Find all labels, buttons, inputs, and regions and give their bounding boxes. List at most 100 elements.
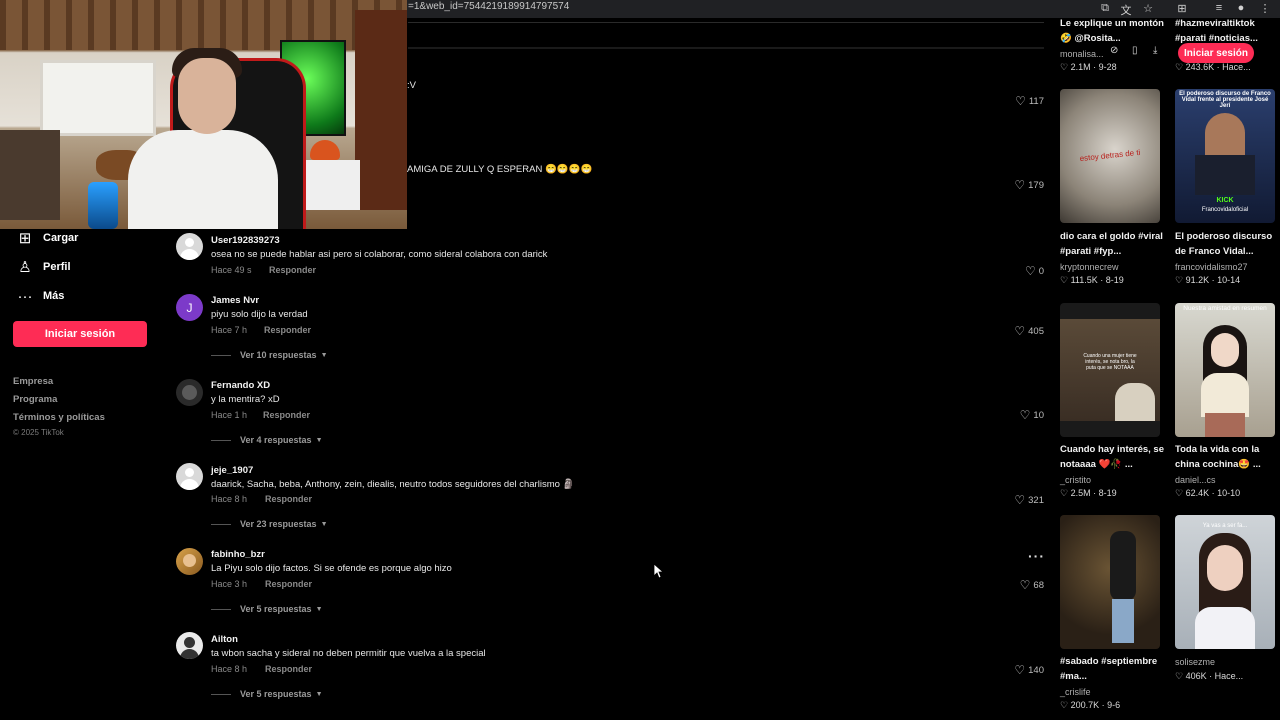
reply-button[interactable]: Responder bbox=[263, 410, 310, 420]
video-title[interactable]: Cuando hay interés, se notaaaa ❤️🥀 ... bbox=[1060, 442, 1164, 472]
comment-username[interactable]: jeje_1907 bbox=[211, 465, 253, 476]
video-author[interactable]: francovidalismo27 bbox=[1175, 262, 1248, 272]
like-button[interactable]: ♡ 68 bbox=[1020, 578, 1044, 592]
comment-text: AMIGA DE ZULLY Q ESPERAN 😁😁😁😁 bbox=[407, 164, 593, 175]
video-thumbnail[interactable]: Nuestra amistad en resumen bbox=[1175, 303, 1275, 437]
sidebar-item-label: Cargar bbox=[43, 232, 79, 244]
share-icon[interactable]: ⊘ bbox=[1110, 45, 1118, 56]
video-thumbnail[interactable]: Cuando una mujer tiene interés, se nota … bbox=[1060, 303, 1160, 437]
avatar[interactable] bbox=[176, 233, 203, 260]
like-button[interactable]: ♡ 117 bbox=[1015, 94, 1044, 108]
view-replies-button[interactable]: Ver 10 respuestas ▼ bbox=[211, 350, 328, 360]
view-replies-label: Ver 10 respuestas bbox=[240, 350, 317, 360]
avatar[interactable] bbox=[176, 463, 203, 490]
sidebar-item-label: Más bbox=[43, 290, 65, 302]
like-count: 140 bbox=[1028, 664, 1044, 676]
like-count: 179 bbox=[1028, 179, 1044, 191]
sidebar-item-upload[interactable]: ⊞ Cargar bbox=[14, 228, 79, 248]
heart-icon: ♡ bbox=[1014, 493, 1026, 507]
person-icon: ♙ bbox=[18, 259, 32, 276]
like-button[interactable]: ♡ 140 bbox=[1014, 663, 1044, 677]
video-thumbnail[interactable] bbox=[1060, 515, 1160, 649]
video-author[interactable]: _crislife bbox=[1060, 687, 1091, 697]
video-title[interactable]: #hazmeviraltiktok #parati #noticias... bbox=[1175, 16, 1279, 46]
mouse-cursor-icon bbox=[654, 564, 664, 578]
video-thumbnail[interactable]: Ya vas a ser fa... bbox=[1175, 515, 1275, 649]
comment-username[interactable]: James Nvr bbox=[211, 295, 259, 306]
reply-button[interactable]: Responder bbox=[265, 494, 312, 504]
extensions-icon[interactable]: ⊞ bbox=[1175, 2, 1189, 15]
comment-text: osea no se puede hablar asi pero si cola… bbox=[211, 249, 548, 260]
heart-icon: ♡ bbox=[1060, 700, 1071, 710]
install-app-icon[interactable]: ⧉ bbox=[1098, 2, 1112, 15]
footer-link-company[interactable]: Empresa bbox=[13, 376, 53, 387]
address-bar-url[interactable]: =1&web_id=7544219189914797574 bbox=[408, 1, 569, 12]
comment-username[interactable]: User192839273 bbox=[211, 235, 280, 246]
like-count: 405 bbox=[1028, 325, 1044, 337]
avatar[interactable] bbox=[176, 632, 203, 659]
video-stats: ♡ 2.5M · 8-19 bbox=[1060, 488, 1117, 499]
like-button[interactable]: ♡ 321 bbox=[1014, 493, 1044, 507]
comment-username[interactable]: Ailton bbox=[211, 634, 238, 645]
comment-username[interactable]: Fernando XD bbox=[211, 380, 270, 391]
comment-username[interactable]: fabinho_bzr bbox=[211, 549, 265, 560]
video-stats-text: 200.7K · 9-6 bbox=[1070, 700, 1121, 710]
video-thumbnail[interactable]: estoy detras de ti bbox=[1060, 89, 1160, 223]
view-replies-button[interactable]: Ver 5 respuestas ▼ bbox=[211, 604, 323, 614]
comment-text: piyu solo dijo la verdad bbox=[211, 309, 308, 320]
reply-button[interactable]: Responder bbox=[265, 664, 312, 674]
video-author[interactable]: _cristito bbox=[1060, 475, 1091, 485]
video-stats: ♡ 2.1M · 9-28 bbox=[1060, 62, 1117, 73]
login-button[interactable]: Iniciar sesión bbox=[13, 321, 147, 347]
media-controls-icon[interactable]: ≡ bbox=[1212, 2, 1226, 14]
like-button[interactable]: ♡ 0 bbox=[1025, 264, 1044, 278]
thumbnail-overlay-text: Francovidaloficial bbox=[1201, 207, 1249, 213]
browser-menu-icon[interactable]: ⋮ bbox=[1258, 2, 1272, 15]
heart-icon: ♡ bbox=[1175, 275, 1186, 285]
like-count: 117 bbox=[1028, 95, 1044, 107]
video-author[interactable]: monalisa... bbox=[1060, 49, 1104, 59]
video-title[interactable]: Toda la vida con la china cochina🤩 ... bbox=[1175, 442, 1279, 472]
sidebar-item-profile[interactable]: ♙ Perfil bbox=[14, 257, 70, 277]
like-count: 321 bbox=[1028, 494, 1044, 506]
view-replies-button[interactable]: Ver 4 respuestas ▼ bbox=[211, 435, 323, 445]
video-title[interactable]: Le explique un montón 🤣 @Rosita... bbox=[1060, 16, 1164, 46]
video-author[interactable]: solisezme bbox=[1175, 657, 1215, 667]
view-replies-button[interactable]: Ver 23 respuestas ▼ bbox=[211, 519, 328, 529]
view-replies-button[interactable]: Ver 5 respuestas ▼ bbox=[211, 689, 323, 699]
login-button[interactable]: Iniciar sesión bbox=[1178, 43, 1254, 63]
footer-link-program[interactable]: Programa bbox=[13, 394, 57, 405]
avatar[interactable] bbox=[176, 379, 203, 406]
more-options-icon[interactable]: ··· bbox=[1028, 548, 1045, 564]
profile-icon[interactable]: ● bbox=[1234, 2, 1248, 14]
like-count: 10 bbox=[1033, 409, 1044, 421]
avatar[interactable]: J bbox=[176, 294, 203, 321]
like-button[interactable]: ♡ 405 bbox=[1014, 324, 1044, 338]
like-button[interactable]: ♡ 10 bbox=[1020, 408, 1044, 422]
comment-time: Hace 7 h bbox=[211, 325, 248, 335]
bookmark-star-icon[interactable]: ☆ bbox=[1141, 2, 1155, 15]
sidebar-item-more[interactable]: ··· Más bbox=[14, 286, 65, 306]
download-icon[interactable]: ⤓ bbox=[1153, 45, 1157, 56]
video-author[interactable]: kryptonnecrew bbox=[1060, 262, 1119, 272]
like-count: 68 bbox=[1033, 579, 1044, 591]
video-author[interactable]: daniel...cs bbox=[1175, 475, 1216, 485]
reply-button[interactable]: Responder bbox=[265, 579, 312, 589]
reply-button[interactable]: Responder bbox=[269, 265, 316, 275]
comment-time: Hace 8 h bbox=[211, 494, 248, 504]
video-title[interactable]: #sabado #septiembre #ma... bbox=[1060, 654, 1164, 684]
reply-button[interactable]: Responder bbox=[264, 325, 311, 335]
video-thumbnail[interactable]: El poderoso discurso de Franco Vidal fre… bbox=[1175, 89, 1275, 223]
like-button[interactable]: ♡ 179 bbox=[1014, 178, 1044, 192]
footer-link-terms[interactable]: Términos y políticas bbox=[13, 412, 105, 423]
avatar[interactable] bbox=[176, 548, 203, 575]
video-title[interactable]: dio cara el goldo #viral #parati #fyp... bbox=[1060, 229, 1164, 259]
phone-icon[interactable]: ▯ bbox=[1132, 45, 1138, 56]
comment-text: daarick, Sacha, beba, Anthony, zein, die… bbox=[211, 479, 575, 490]
chevron-down-icon: ▼ bbox=[320, 520, 328, 528]
avatar-initial: J bbox=[186, 300, 193, 315]
video-title[interactable]: El poderoso discurso de Franco Vidal... bbox=[1175, 229, 1279, 259]
view-replies-label: Ver 5 respuestas bbox=[240, 689, 312, 699]
video-stats: ♡ 62.4K · 10-10 bbox=[1175, 488, 1240, 499]
chevron-down-icon: ▼ bbox=[320, 351, 328, 359]
